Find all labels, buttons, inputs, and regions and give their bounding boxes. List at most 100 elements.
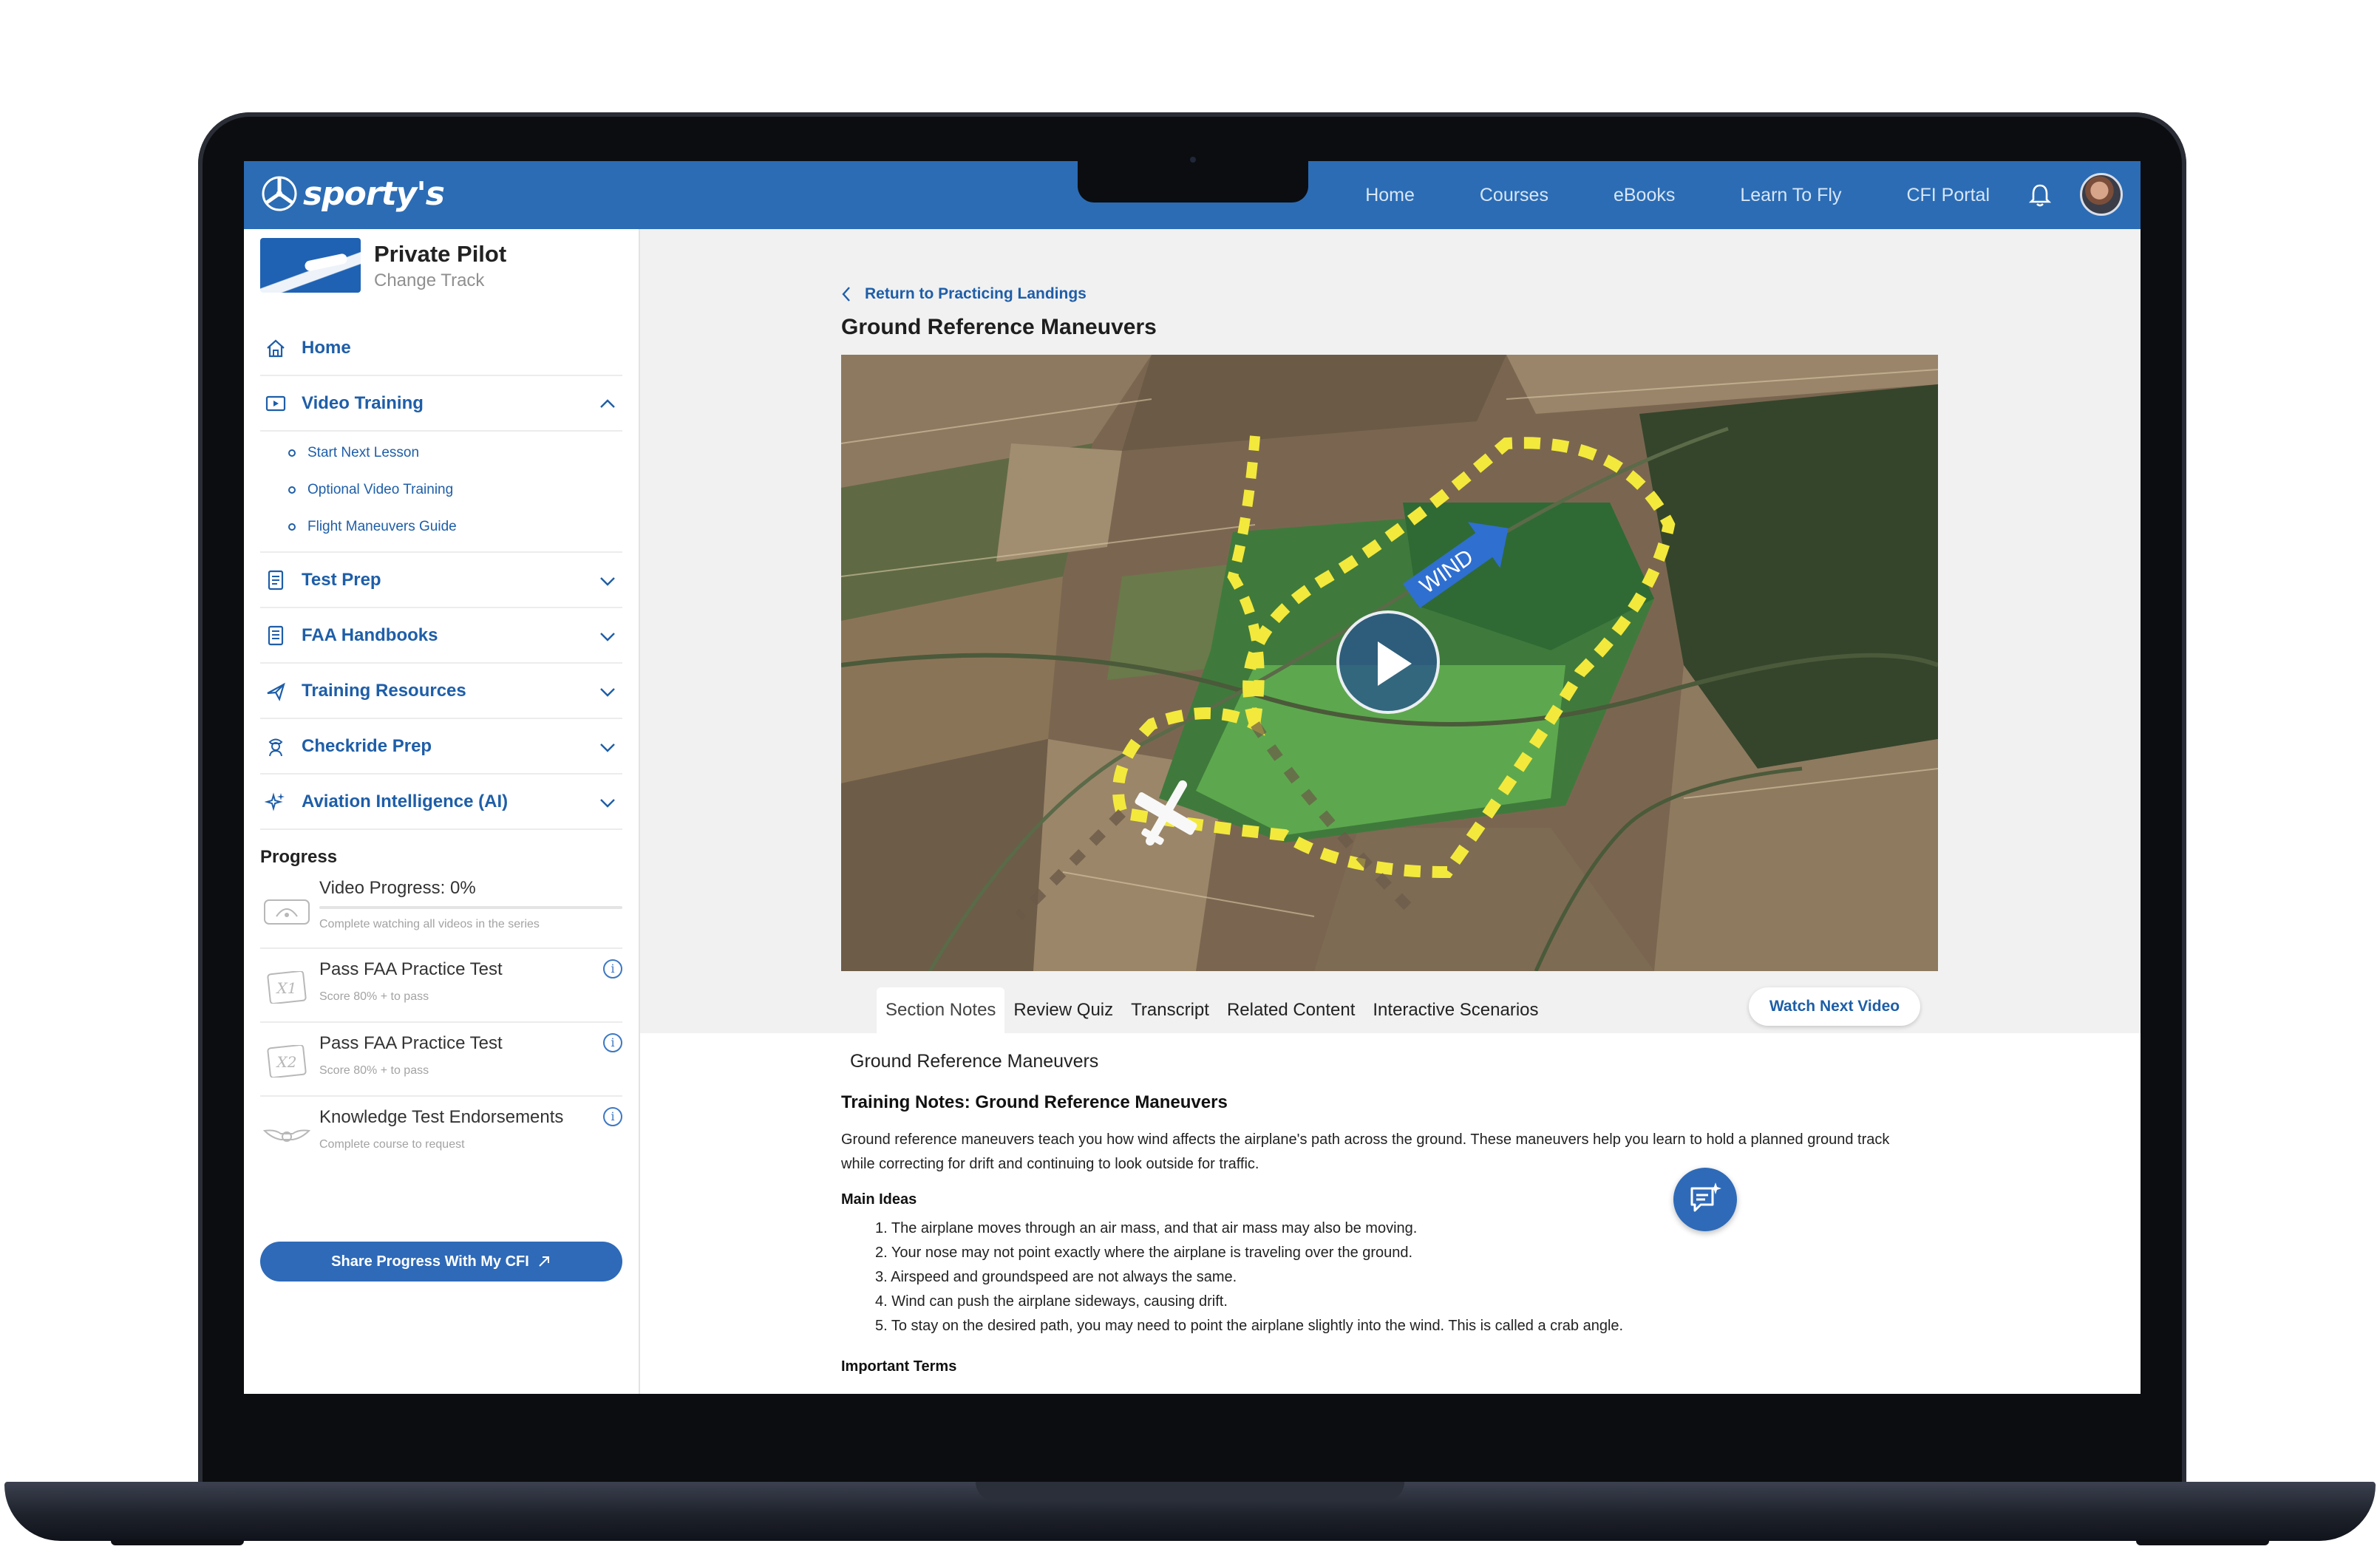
chevron-down-icon[interactable]	[597, 792, 618, 813]
chevron-down-icon[interactable]	[597, 571, 618, 591]
main-ideas-heading: Main Ideas	[841, 1191, 917, 1208]
notes-paragraph: Ground reference maneuvers teach you how…	[841, 1131, 1890, 1172]
sidebar-item-aviation-intelligence[interactable]: Aviation Intelligence (AI)	[260, 775, 622, 830]
sidebar-item-label: Home	[302, 337, 351, 358]
tab-section-notes[interactable]: Section Notes	[877, 987, 1005, 1033]
external-link-icon	[539, 1256, 549, 1267]
chevron-down-icon[interactable]	[597, 681, 618, 702]
sidebar-item-label: Video Training	[302, 392, 424, 413]
brand-logo-text: sporty's	[303, 174, 445, 213]
sparkle-icon	[265, 792, 285, 811]
sidebar: Private Pilot Change Track Home Video Tr…	[244, 229, 640, 1394]
camera-notch	[1078, 161, 1308, 202]
sidebar-item-home[interactable]: Home	[260, 321, 622, 376]
info-icon[interactable]: i	[603, 959, 622, 978]
bullet-icon	[288, 523, 296, 531]
progress-title: Pass FAA Practice Test	[319, 1033, 503, 1053]
bullet-icon	[288, 449, 296, 457]
sidebar-item-label: Test Prep	[302, 569, 381, 590]
progress-subtitle: Score 80% + to pass	[319, 1064, 429, 1077]
brand-logo[interactable]: sporty's	[260, 174, 445, 213]
notes-heading: Training Notes: Ground Reference Maneuve…	[841, 1092, 1228, 1112]
practice-test-x1-icon: X1	[267, 971, 307, 1004]
notes-section-title: Ground Reference Maneuvers	[850, 1051, 1099, 1072]
progress-title: Knowledge Test Endorsements	[319, 1107, 564, 1127]
progress-row-practice-test-1: X1 Pass FAA Practice Test Score 80% + to…	[260, 949, 622, 1023]
sidebar-item-label: Checkride Prep	[302, 735, 432, 756]
user-avatar[interactable]	[2080, 173, 2123, 216]
course-header[interactable]: Private Pilot Change Track	[260, 238, 506, 293]
checklist-icon	[268, 570, 284, 590]
play-button[interactable]	[1336, 610, 1440, 714]
camera-icon	[1190, 157, 1196, 163]
tab-interactive-scenarios[interactable]: Interactive Scenarios	[1364, 987, 1547, 1033]
bell-icon[interactable]	[2027, 182, 2053, 208]
progress-subtitle: Score 80% + to pass	[319, 990, 429, 1003]
propeller-logo-icon	[262, 176, 297, 211]
content-tabs: Section Notes Review Quiz Transcript Rel…	[877, 987, 1548, 1033]
info-icon[interactable]: i	[603, 1107, 622, 1126]
progress-title: Pass FAA Practice Test	[319, 959, 503, 979]
nav-ebooks[interactable]: eBooks	[1614, 185, 1675, 206]
list-item: 3. Airspeed and groundspeed are not alwa…	[875, 1269, 1237, 1285]
chevron-left-icon	[842, 287, 850, 302]
breadcrumb[interactable]: Return to Practicing Landings	[841, 285, 1087, 303]
tab-related-content[interactable]: Related Content	[1218, 987, 1364, 1033]
progress-title: Video Progress: 0%	[319, 878, 476, 898]
top-nav-links: Home Courses eBooks Learn To Fly CFI Por…	[1365, 161, 2141, 229]
chevron-up-icon[interactable]	[597, 394, 618, 415]
chevron-down-icon[interactable]	[597, 737, 618, 758]
important-terms-heading: Important Terms	[841, 1358, 957, 1375]
course-thumbnail	[260, 238, 361, 293]
sidebar-item-checkride-prep[interactable]: Checkride Prep	[260, 719, 622, 775]
progress-row-endorsements: Knowledge Test Endorsements Complete cou…	[260, 1097, 622, 1171]
video-player[interactable]: WIND	[841, 355, 1938, 971]
sidebar-item-label: FAA Handbooks	[302, 624, 438, 645]
chevron-down-icon[interactable]	[597, 626, 618, 647]
pilot-wings-icon	[263, 1129, 310, 1142]
breadcrumb-label: Return to Practicing Landings	[865, 285, 1087, 302]
list-item: 5. To stay on the desired path, you may …	[875, 1318, 1624, 1334]
bullet-icon	[288, 486, 296, 494]
progress-row-video: Video Progress: 0% Complete watching all…	[260, 872, 622, 949]
section-notes-panel: Ground Reference Maneuvers Training Note…	[640, 1033, 2141, 1394]
sidebar-item-training-resources[interactable]: Training Resources	[260, 664, 622, 719]
page-title: Ground Reference Maneuvers	[841, 315, 1157, 339]
video-progress-bar	[319, 906, 622, 909]
sidebar-item-label: Aviation Intelligence (AI)	[302, 791, 509, 811]
pilot-icon	[268, 738, 283, 756]
laptop-hinge-notch	[976, 1482, 1404, 1501]
nav-learn-to-fly[interactable]: Learn To Fly	[1740, 185, 1841, 206]
sidebar-item-video-training[interactable]: Video Training	[260, 376, 622, 432]
list-item: 1. The airplane moves through an air mas…	[875, 1220, 1418, 1236]
laptop-foot	[2136, 1539, 2269, 1545]
list-item: 4. Wind can push the airplane sideways, …	[875, 1293, 1228, 1310]
share-progress-button[interactable]: Share Progress With My CFI	[260, 1242, 622, 1282]
sidebar-item-test-prep[interactable]: Test Prep	[260, 553, 622, 608]
nav-courses[interactable]: Courses	[1480, 185, 1548, 206]
tab-transcript[interactable]: Transcript	[1122, 987, 1218, 1033]
sidebar-item-label: Training Resources	[302, 680, 466, 701]
tab-review-quiz[interactable]: Review Quiz	[1004, 987, 1122, 1033]
info-icon[interactable]: i	[603, 1033, 622, 1052]
watch-next-video-button[interactable]: Watch Next Video	[1749, 987, 1920, 1026]
laptop-foot	[111, 1539, 244, 1545]
main-content: Return to Practicing Landings Ground Ref…	[640, 229, 2141, 1394]
ai-chat-button[interactable]	[1673, 1168, 1737, 1231]
progress-row-practice-test-2: X2 Pass FAA Practice Test Score 80% + to…	[260, 1023, 622, 1097]
course-title: Private Pilot	[374, 241, 507, 267]
list-item: 2. Your nose may not point exactly where…	[875, 1245, 1413, 1261]
submenu-optional-video-training[interactable]: Optional Video Training	[288, 472, 622, 508]
share-progress-label: Share Progress With My CFI	[331, 1253, 529, 1270]
sidebar-item-faa-handbooks[interactable]: FAA Handbooks	[260, 608, 622, 664]
submenu-label: Optional Video Training	[307, 482, 454, 497]
progress-heading: Progress	[260, 847, 338, 867]
nav-home[interactable]: Home	[1365, 185, 1415, 206]
submenu-start-next-lesson[interactable]: Start Next Lesson	[288, 435, 622, 472]
practice-test-x1-label: X1	[276, 979, 297, 997]
change-track-link[interactable]: Change Track	[374, 270, 506, 291]
progress-subtitle: Complete course to request	[319, 1138, 465, 1151]
nav-cfi-portal[interactable]: CFI Portal	[1906, 185, 1990, 206]
practice-test-x2-icon: X2	[267, 1045, 307, 1078]
submenu-flight-maneuvers-guide[interactable]: Flight Maneuvers Guide	[288, 508, 622, 545]
